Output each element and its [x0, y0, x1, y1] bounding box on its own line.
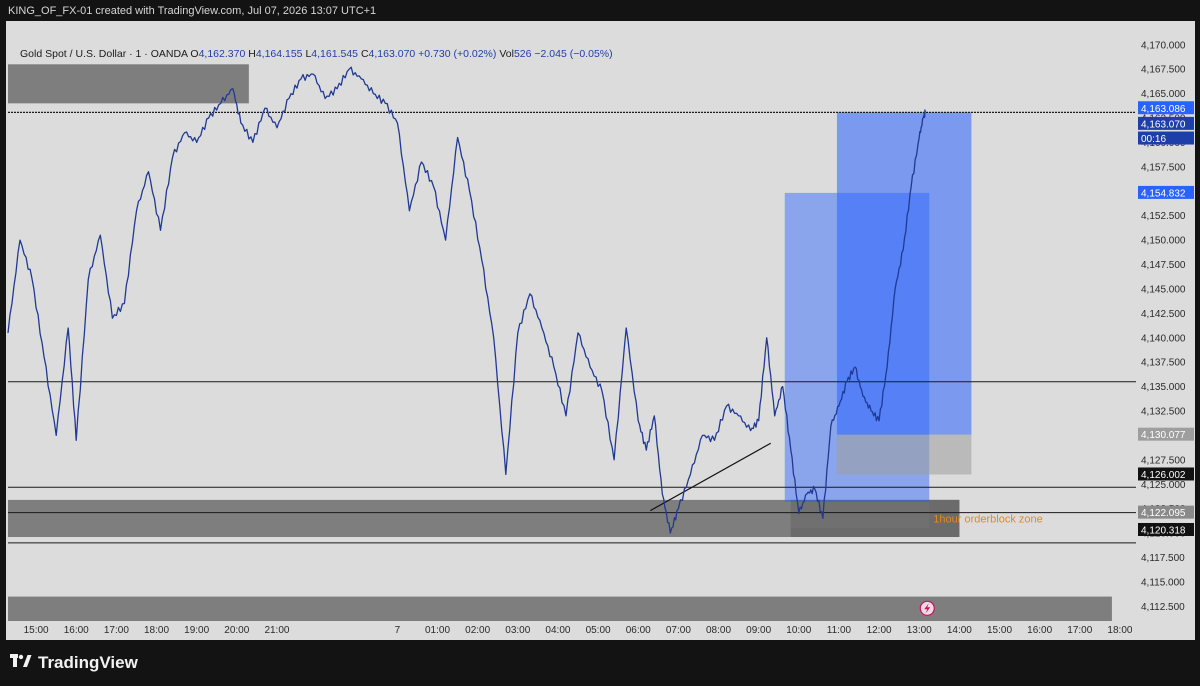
legend-close-label: C — [360, 48, 369, 60]
y-tick-label: 4,115.000 — [1141, 577, 1185, 588]
x-tick-label: 02:00 — [465, 625, 490, 636]
y-tick-label: 4,135.000 — [1141, 382, 1186, 393]
x-tick-label: 07:00 — [666, 625, 691, 636]
y-tick-label: 4,145.000 — [1141, 284, 1186, 295]
x-tick-label: 01:00 — [425, 625, 450, 636]
symbol-legend[interactable]: Gold Spot / U.S. Dollar · 1 · OANDA O4,1… — [20, 48, 613, 60]
price-label: 4,154.832 — [1141, 188, 1186, 199]
brand-name: TradingView — [38, 653, 138, 672]
price-label: 4,130.077 — [1141, 430, 1186, 441]
legend-close: 4,163.070 — [368, 48, 416, 60]
y-tick-label: 4,170.000 — [1141, 40, 1186, 51]
price-label: 4,163.070 — [1141, 119, 1186, 130]
y-tick-label: 4,147.500 — [1141, 260, 1186, 271]
x-tick-label: 15:00 — [987, 625, 1012, 636]
chart-window: KING_OF_FX-01 created with TradingView.c… — [0, 0, 1200, 686]
y-tick-label: 4,167.500 — [1141, 65, 1186, 76]
chart-area[interactable]: 1hour orderblock zone 4,170.000 4,167.500 4… — [6, 21, 1195, 640]
x-tick-label: 13:00 — [907, 625, 932, 636]
tradingview-logo[interactable]: TradingView — [10, 653, 138, 673]
x-tick-label: 10:00 — [786, 625, 811, 636]
y-tick-label: 4,137.500 — [1141, 358, 1186, 369]
position-stop-zone — [836, 434, 972, 475]
y-tick-label: 4,125.000 — [1141, 480, 1186, 491]
x-tick-label: 16:00 — [1027, 625, 1052, 636]
y-tick-label: 4,132.500 — [1141, 407, 1186, 418]
tradingview-logo-icon — [10, 653, 32, 673]
position-profit-zone — [836, 112, 972, 435]
y-tick-label: 4,157.500 — [1141, 162, 1186, 173]
price-chart[interactable]: 1hour orderblock zone 4,170.000 4,167.500 4… — [6, 21, 1195, 640]
x-tick-label: 05:00 — [586, 625, 611, 636]
x-tick-label: 7 — [395, 625, 401, 636]
x-tick-label: 06:00 — [626, 625, 651, 636]
x-tick-label: 12:00 — [867, 625, 892, 636]
y-tick-label: 4,152.500 — [1141, 211, 1186, 222]
zone-label: 1hour orderblock zone — [933, 513, 1042, 525]
price-label: 00:16 — [1141, 134, 1166, 145]
y-tick-label: 4,140.000 — [1141, 333, 1186, 344]
y-tick-label: 4,150.000 — [1141, 236, 1186, 247]
footer-bar — [0, 640, 1200, 686]
price-label: 4,120.318 — [1141, 525, 1186, 536]
x-tick-label: 18:00 — [1107, 625, 1132, 636]
price-label: 4,163.086 — [1141, 104, 1186, 115]
x-tick-label: 19:00 — [184, 625, 209, 636]
price-label: 4,122.095 — [1141, 508, 1186, 519]
legend-open: 4,162.370 — [198, 48, 246, 60]
zone-rect — [8, 596, 1112, 621]
price-label: 4,126.002 — [1141, 470, 1186, 481]
legend-vol-label: Vol — [499, 48, 514, 60]
y-tick-label: 4,117.500 — [1141, 553, 1185, 564]
x-tick-label: 03:00 — [505, 625, 530, 636]
x-tick-label: 20:00 — [224, 625, 249, 636]
y-tick-label: 4,165.000 — [1141, 89, 1186, 100]
legend-high: 4,164.155 — [255, 48, 303, 60]
x-tick-label: 15:00 — [24, 625, 49, 636]
legend-low: 4,161.545 — [311, 48, 359, 60]
x-tick-label: 09:00 — [746, 625, 771, 636]
legend-vol: 526 — [513, 48, 532, 60]
position-stop-zone — [784, 501, 930, 529]
legend-open-label: O — [190, 48, 199, 60]
legend-high-label: H — [248, 48, 256, 60]
x-tick-label: 18:00 — [144, 625, 169, 636]
legend-symbol: Gold Spot / U.S. Dollar · 1 · OANDA — [20, 48, 188, 60]
y-tick-label: 4,127.500 — [1141, 455, 1186, 466]
x-tick-label: 11:00 — [827, 625, 852, 636]
legend-change: +0.730 (+0.02%) — [418, 48, 497, 60]
zone-rect — [8, 64, 249, 104]
x-tick-label: 14:00 — [947, 625, 972, 636]
x-tick-label: 04:00 — [545, 625, 570, 636]
x-tick-label: 16:00 — [64, 625, 89, 636]
y-tick-label: 4,142.500 — [1141, 309, 1186, 320]
x-tick-label: 08:00 — [706, 625, 731, 636]
x-tick-label: 21:00 — [264, 625, 289, 636]
x-tick-label: 17:00 — [104, 625, 129, 636]
x-tick-label: 17:00 — [1067, 625, 1092, 636]
legend-vol-change: −2.045 (−0.05%) — [534, 48, 613, 60]
credit-line: KING_OF_FX-01 created with TradingView.c… — [8, 5, 377, 17]
y-tick-label: 4,112.500 — [1141, 602, 1185, 613]
